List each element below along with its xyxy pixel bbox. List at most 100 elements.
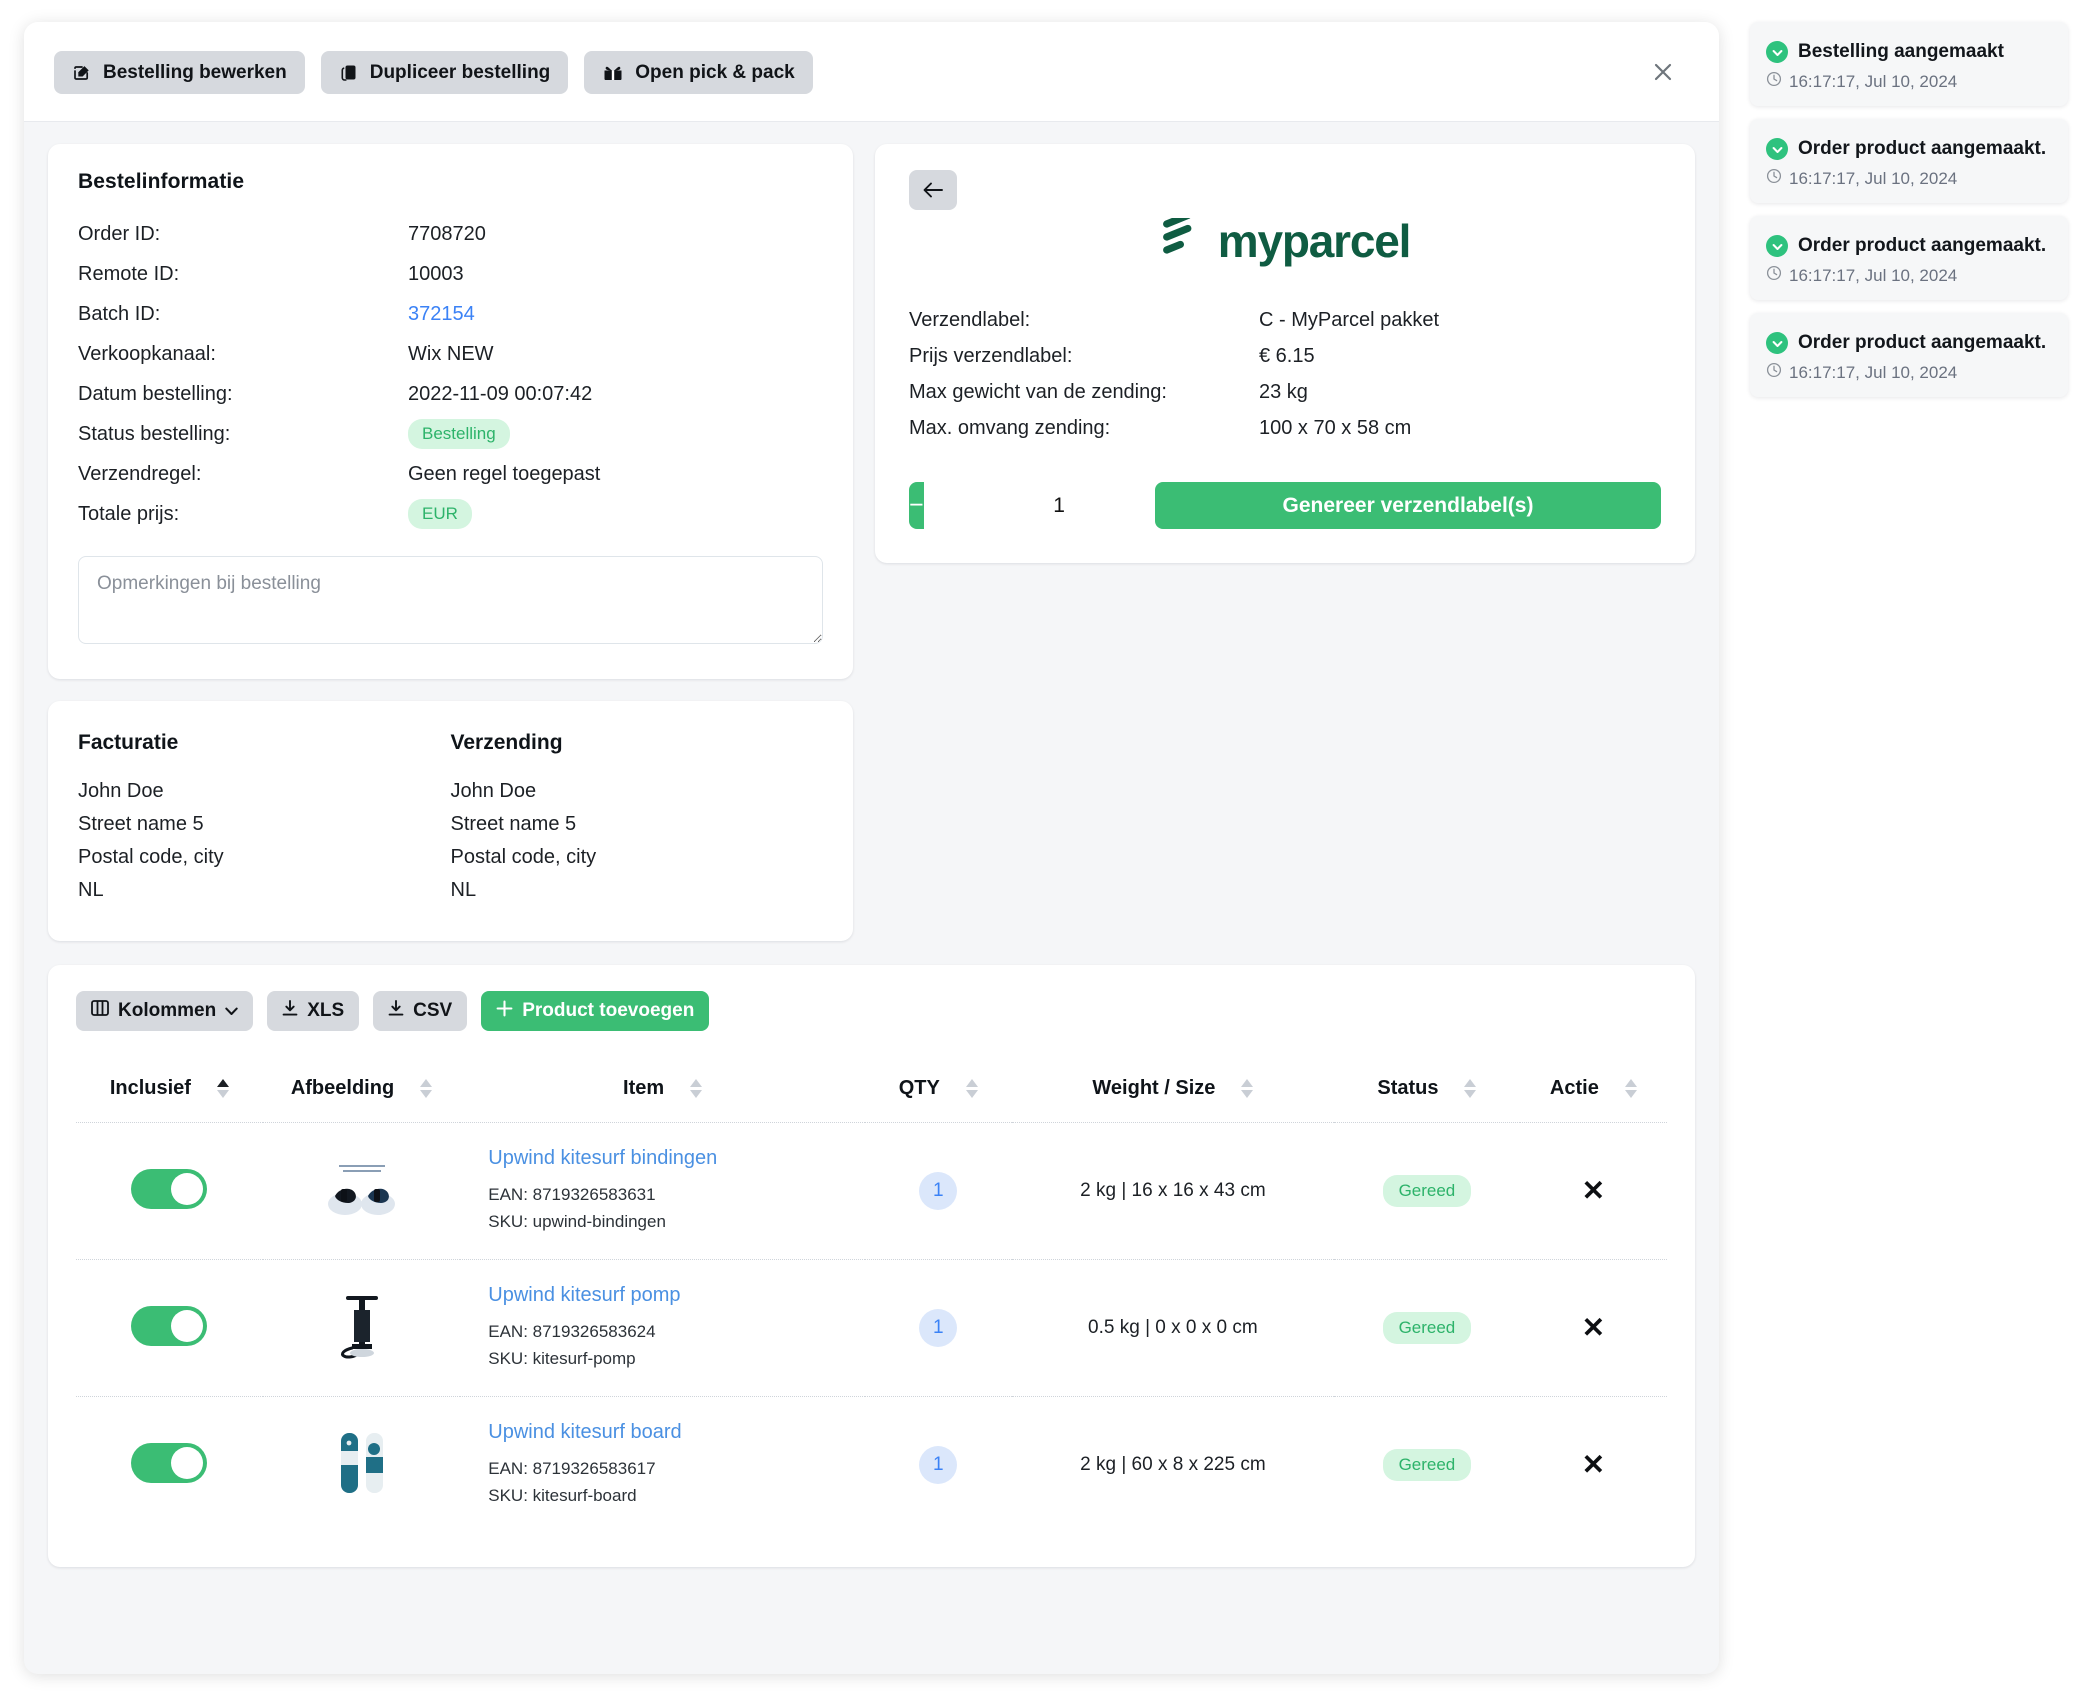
plus-icon — [496, 1000, 513, 1023]
mp-max-weight-label: Max gewicht van de zending: — [909, 380, 1167, 403]
quantity-input[interactable] — [923, 482, 1089, 529]
toast-notification[interactable]: Order product aangemaakt. 16:17:17, Jul … — [1750, 313, 2068, 397]
download-icon — [388, 999, 404, 1023]
remote-id-label: Remote ID: — [78, 262, 180, 285]
toast-title-wrap: Order product aangemaakt. — [1766, 135, 2052, 163]
info-row-order-id: Order ID: 7708720 — [78, 214, 823, 254]
cell-include-toggle — [76, 1122, 263, 1260]
sort-icon-actie[interactable] — [1624, 1079, 1637, 1098]
export-xls-button[interactable]: XLS — [267, 991, 360, 1031]
remove-product-icon[interactable]: ✕ — [1582, 1314, 1605, 1342]
success-check-icon — [1766, 332, 1788, 354]
product-ean: EAN: 8719326583617 — [488, 1459, 656, 1478]
info-row-batch-id: Batch ID: 372154 — [78, 294, 823, 334]
product-ean: EAN: 8719326583631 — [488, 1185, 656, 1204]
cell-action: ✕ — [1520, 1397, 1667, 1534]
remove-product-icon[interactable]: ✕ — [1582, 1451, 1605, 1479]
columns-button[interactable]: Kolommen — [76, 991, 254, 1031]
column-header-actie[interactable]: Actie — [1519, 1061, 1667, 1123]
info-row-order-date: Datum bestelling: 2022-11-09 00:07:42 — [78, 374, 823, 414]
product-name-link[interactable]: Upwind kitesurf pomp — [488, 1284, 857, 1307]
success-check-icon — [1766, 138, 1788, 160]
toast-timestamp-row: 16:17:17, Jul 10, 2024 — [1766, 362, 2052, 383]
toast-title-wrap: Order product aangemaakt. — [1766, 329, 2052, 357]
toast-timestamp: 16:17:17, Jul 10, 2024 — [1789, 362, 1958, 382]
toast-title: Order product aangemaakt. — [1798, 332, 2047, 353]
order-info-title: Bestelinformatie — [78, 170, 245, 193]
batch-id-label: Batch ID: — [78, 302, 161, 325]
column-header-inclusief[interactable]: Inclusief — [76, 1061, 263, 1123]
remove-product-icon[interactable]: ✕ — [1582, 1177, 1605, 1205]
toast-notification[interactable]: Order product aangemaakt. 16:17:17, Jul … — [1750, 216, 2068, 300]
shipping-address-block: Verzending John Doe Street name 5 Postal… — [451, 731, 824, 907]
total-price-badge: EUR — [408, 499, 472, 529]
include-toggle[interactable] — [131, 1305, 208, 1346]
toast-notification[interactable]: Order product aangemaakt. 16:17:17, Jul … — [1750, 119, 2068, 203]
qty-badge: 1 — [919, 1446, 958, 1484]
order-notes-input[interactable] — [78, 556, 823, 644]
quantity-decrement-button[interactable]: − — [909, 482, 924, 529]
product-name-link[interactable]: Upwind kitesurf board — [488, 1421, 857, 1444]
clock-icon — [1766, 362, 1782, 383]
right-column: myparcel Verzendlabel: C - MyParcel pakk… — [875, 144, 1695, 563]
column-header-item[interactable]: Item — [460, 1061, 865, 1123]
shipping-line-2: Street name 5 — [450, 813, 577, 835]
toast-title-wrap: Bestelling aangemaakt — [1766, 38, 2052, 66]
close-icon[interactable] — [1643, 52, 1683, 92]
cell-weight-size: 2 kg | 60 x 8 x 225 cm — [1080, 1454, 1266, 1475]
batch-id-link[interactable]: 372154 — [408, 303, 475, 326]
order-date-value: 2022-11-09 00:07:42 — [408, 382, 593, 405]
toast-notification[interactable]: Bestelling aangemaakt 16:17:17, Jul 10, … — [1750, 22, 2068, 106]
cell-include-toggle — [76, 1259, 263, 1397]
toast-timestamp: 16:17:17, Jul 10, 2024 — [1789, 265, 1958, 285]
include-toggle[interactable] — [131, 1168, 208, 1209]
product-name-link[interactable]: Upwind kitesurf bindingen — [488, 1147, 857, 1170]
add-product-button[interactable]: Product toevoegen — [481, 991, 710, 1031]
shipping-line-3: Postal code, city — [450, 846, 597, 868]
sales-channel-label: Verkoopkanaal: — [78, 342, 216, 365]
column-header-afbeelding[interactable]: Afbeelding — [262, 1061, 461, 1123]
info-row-sales-channel: Verkoopkanaal: Wix NEW — [78, 334, 823, 374]
columns-icon — [91, 999, 109, 1023]
cell-thumbnail — [263, 1397, 460, 1534]
open-pick-pack-button[interactable]: Open pick & pack — [584, 51, 813, 94]
sort-icon-status[interactable] — [1464, 1079, 1477, 1098]
copy-icon — [339, 63, 359, 83]
table-toolbar: Kolommen XLS CSV Product toevoegen — [76, 991, 1667, 1031]
cell-item: Upwind kitesurf bindingen EAN: 871932658… — [460, 1122, 865, 1260]
cell-include-toggle — [76, 1397, 263, 1534]
sort-icon-inclusief[interactable] — [216, 1079, 229, 1098]
include-toggle[interactable] — [131, 1442, 208, 1483]
column-header-weight-size[interactable]: Weight / Size — [1011, 1061, 1335, 1123]
edit-order-button[interactable]: Bestelling bewerken — [54, 51, 305, 94]
quantity-stepper: − + — [909, 482, 1089, 529]
shipping-line-4: NL — [450, 879, 477, 901]
sort-icon-afbeelding[interactable] — [420, 1079, 433, 1098]
column-label-actie: Actie — [1549, 1077, 1599, 1099]
myparcel-wordmark: myparcel — [1217, 215, 1412, 267]
success-check-icon — [1766, 41, 1788, 63]
myparcel-actions: − + Genereer verzendlabel(s) — [909, 482, 1661, 529]
duplicate-order-button[interactable]: Dupliceer bestelling — [320, 51, 569, 94]
export-csv-button[interactable]: CSV — [373, 991, 468, 1031]
sort-icon-weight-size[interactable] — [1241, 1079, 1254, 1098]
column-label-item: Item — [623, 1077, 665, 1099]
qty-badge: 1 — [919, 1172, 958, 1210]
back-arrow-icon[interactable] — [909, 170, 957, 210]
info-row-total-price: Totale prijs: EUR — [78, 494, 823, 534]
total-price-label: Totale prijs: — [78, 502, 180, 525]
cell-thumbnail — [262, 1259, 461, 1397]
duplicate-order-label: Dupliceer bestelling — [369, 61, 551, 83]
column-header-qty[interactable]: QTY — [864, 1061, 1012, 1123]
cell-status: Gereed — [1334, 1397, 1520, 1534]
mp-row-max-weight: Max gewicht van de zending: 23 kg — [909, 374, 1661, 410]
column-header-status[interactable]: Status — [1334, 1061, 1520, 1123]
toast-title: Order product aangemaakt. — [1798, 138, 2047, 159]
order-status-label: Status bestelling: — [78, 422, 231, 445]
toast-timestamp-row: 16:17:17, Jul 10, 2024 — [1766, 265, 2052, 286]
mp-price-value: € 6.15 — [1259, 344, 1315, 367]
info-row-remote-id: Remote ID: 10003 — [78, 254, 823, 294]
sort-icon-item[interactable] — [690, 1079, 703, 1098]
generate-shipping-label-button[interactable]: Genereer verzendlabel(s) — [1155, 482, 1661, 529]
sort-icon-qty[interactable] — [965, 1079, 978, 1098]
